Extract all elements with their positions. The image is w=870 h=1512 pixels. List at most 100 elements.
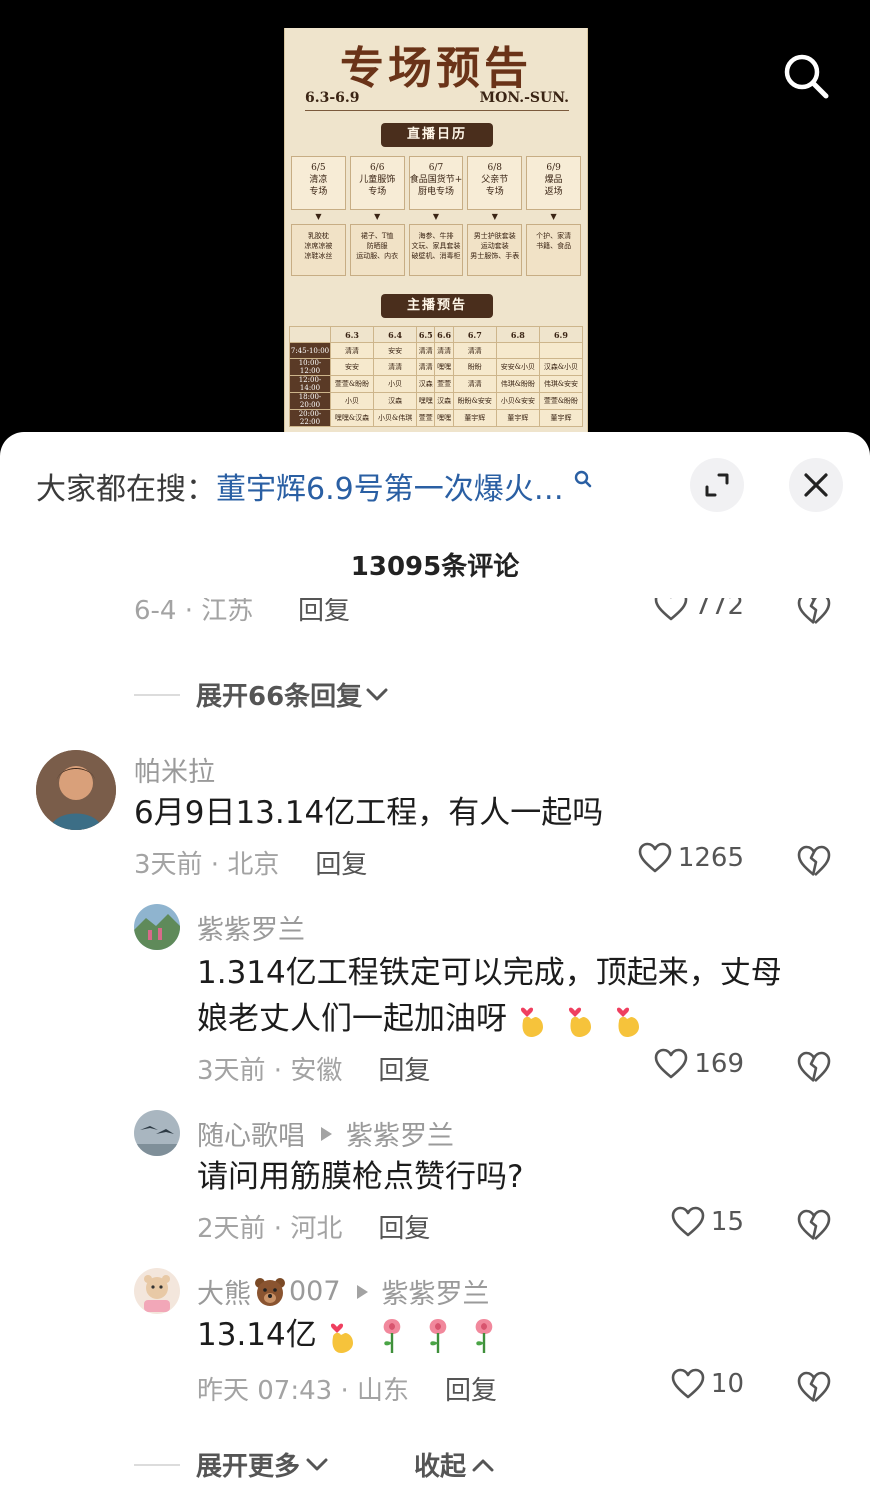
rose-emoji-icon (429, 1319, 447, 1353)
expand-replies-button[interactable]: 展开66条回复 (134, 676, 388, 713)
like-button[interactable]: 10 (600, 1368, 744, 1400)
like-count: 15 (710, 1207, 744, 1237)
reply-arrow-icon (356, 1284, 368, 1299)
comment-meta-row: 2天前 · 河北 回复 (197, 1208, 430, 1245)
video-poster: 专场预告 6.3-6.9 MON.-SUN. 直播日历 6/5 清凉 专场 6/6 儿… (284, 28, 588, 440)
search-suggestion-prefix: 大家都在搜： (36, 472, 216, 507)
schedule-header: 6.7 (452, 326, 497, 343)
comment-meta: 3天前 · 安徽 (197, 1056, 343, 1086)
comment-meta-row: 3天前 · 安徽 回复 (197, 1050, 430, 1087)
comment-username-text[interactable]: 大熊 (197, 1272, 251, 1311)
schedule-header: 6.8 (495, 326, 540, 343)
schedule-header: 6.4 (373, 326, 418, 343)
finger-heart-emoji-icon (568, 1007, 591, 1037)
chevron-down-icon (366, 688, 388, 700)
collapse-button[interactable]: 收起 (414, 1446, 494, 1483)
avatar[interactable] (36, 750, 116, 830)
heart-icon (671, 1368, 705, 1399)
video-area[interactable]: 专场预告 6.3-6.9 MON.-SUN. 直播日历 6/5 清凉 专场 6/6 儿… (0, 0, 870, 440)
chevron-up-icon (472, 1459, 494, 1471)
close-icon[interactable] (789, 458, 843, 512)
down-triangle-icon: ▼ (432, 212, 440, 221)
poster-day-card: 6/5 清凉 专场 (291, 156, 346, 210)
expand-more-label: 展开更多 (196, 1452, 301, 1482)
cut-comment-row: 6-4 · 江苏 回复 772 (0, 598, 870, 632)
poster-schedule-table: 6.3 6.4 6.5 6.6 6.7 6.8 6.9 7:45-10:00 清清… (289, 326, 584, 427)
like-count: 1265 (677, 843, 744, 873)
like-count: 772 (694, 598, 744, 621)
down-triangle-icon: ▼ (315, 212, 322, 221)
comment-text-line: 13.14亿 (197, 1317, 317, 1353)
search-suggestion[interactable]: 大家都在搜： 董宇辉6.9号第一次爆火… (36, 460, 592, 512)
finger-heart-emoji-icon (330, 1323, 353, 1353)
avatar[interactable] (134, 1110, 180, 1156)
comment-meta: 2天前 · 河北 (197, 1214, 343, 1244)
broken-heart-icon[interactable] (796, 1050, 832, 1084)
poster-day-row: 6/5 清凉 专场 6/6 儿童服饰 专场 6/7 食品国货节+ 厨电专场 6/8 父亲节 专场… (291, 156, 581, 210)
reply-button[interactable]: 回复 (315, 850, 367, 880)
search-suggestion-query[interactable]: 董宇辉6.9号第一次爆火… (216, 464, 564, 508)
like-count: 169 (694, 1049, 744, 1079)
expand-icon[interactable] (690, 458, 744, 512)
schedule-row: 10:00-12:00 安安 清清 清清 嘿嘿 盼盼 安安&小贝 汉森&小贝 (289, 358, 584, 376)
expand-more-button[interactable]: 展开更多 (134, 1446, 328, 1483)
broken-heart-icon[interactable] (796, 1208, 832, 1242)
heart-icon (655, 598, 688, 621)
comment-text: 13.14亿 (197, 1312, 499, 1358)
comment-sheet: 大家都在搜： 董宇辉6.9号第一次爆火… 13095条评论 6-4 · 江苏 回… (0, 432, 870, 1512)
poster-detail-card: 乳胶枕 凉席凉被 凉鞋冰丝 (291, 224, 346, 276)
bear-emoji-icon (255, 1277, 285, 1306)
divider-dash (134, 693, 180, 696)
reply-button[interactable]: 回复 (298, 598, 350, 627)
broken-heart-icon[interactable] (796, 598, 832, 626)
reply-button[interactable]: 回复 (378, 1214, 430, 1244)
reply-button[interactable]: 回复 (378, 1056, 430, 1086)
poster-detail-card: 海参、牛排 文玩、家具套装 破壁机、消毒柜 (408, 224, 464, 276)
comment-meta-row: 3天前 · 北京 回复 (134, 844, 367, 881)
like-button[interactable]: 772 (600, 598, 744, 622)
broken-heart-icon[interactable] (796, 844, 832, 878)
like-button[interactable]: 1265 (600, 842, 744, 874)
schedule-header: 6.5 (416, 326, 436, 343)
schedule-header: 6.6 (434, 326, 454, 343)
expand-replies-label: 展开66条回复 (196, 682, 363, 712)
poster-detail-row: 乳胶枕 凉席凉被 凉鞋冰丝 裙子、T恤 防晒服 运动服、内衣 海参、牛排 文玩、家具套装破… (291, 224, 581, 276)
heart-icon (655, 1048, 688, 1079)
reply-arrow-icon (321, 1126, 332, 1141)
poster-arrow-row: ▼ ▼ ▼ ▼ ▼ (291, 212, 581, 221)
poster-date-range: 6.3-6.9 (305, 90, 360, 106)
reply-to-username[interactable]: 紫紫罗兰 (346, 1114, 454, 1153)
poster-day-card: 6/8 父亲节 专场 (467, 156, 523, 210)
down-triangle-icon: ▼ (491, 212, 498, 221)
poster-banner-calendar: 直播日历 (381, 123, 493, 147)
poster-detail-card: 裙子、T恤 防晒服 运动服、内衣 (349, 224, 405, 276)
reply-to-username[interactable]: 紫紫罗兰 (382, 1272, 490, 1311)
comment-meta: 3天前 · 北京 (134, 850, 280, 880)
schedule-row: 7:45-10:00 清清 安安 清清 清清 清清 (289, 342, 584, 359)
comment-username: 随心歌唱 紫紫罗兰 (197, 1114, 454, 1153)
search-icon[interactable] (782, 52, 830, 100)
avatar[interactable] (134, 1268, 180, 1314)
comment-username[interactable]: 紫紫罗兰 (197, 908, 305, 947)
like-count: 10 (710, 1369, 744, 1399)
poster-detail-card: 个护、家清 书籍、食品 (526, 224, 581, 276)
comment-meta-row: 昨天 07:43 · 山东 回复 (197, 1370, 497, 1407)
heart-icon (671, 1206, 705, 1237)
comment-meta: 昨天 07:43 · 山东 (197, 1376, 409, 1406)
like-button[interactable]: 15 (600, 1206, 744, 1238)
avatar[interactable] (134, 904, 180, 950)
reply-button[interactable]: 回复 (445, 1376, 497, 1406)
collapse-label: 收起 (414, 1452, 467, 1482)
comment-username[interactable]: 帕米拉 (134, 750, 215, 789)
schedule-header (289, 326, 331, 343)
broken-heart-icon[interactable] (796, 1370, 832, 1404)
schedule-header: 6.3 (329, 326, 375, 343)
like-button[interactable]: 169 (600, 1048, 744, 1080)
poster-divider (305, 110, 569, 111)
heart-icon (638, 842, 672, 873)
poster-day-card: 6/6 儿童服饰 专场 (349, 156, 405, 210)
comment-username-suffix[interactable]: 007 (289, 1276, 341, 1307)
poster-banner-hosts: 主播预告 (381, 294, 493, 318)
comment-username: 大熊 007 紫紫罗兰 (197, 1272, 490, 1311)
comment-username-text[interactable]: 随心歌唱 (197, 1114, 305, 1153)
